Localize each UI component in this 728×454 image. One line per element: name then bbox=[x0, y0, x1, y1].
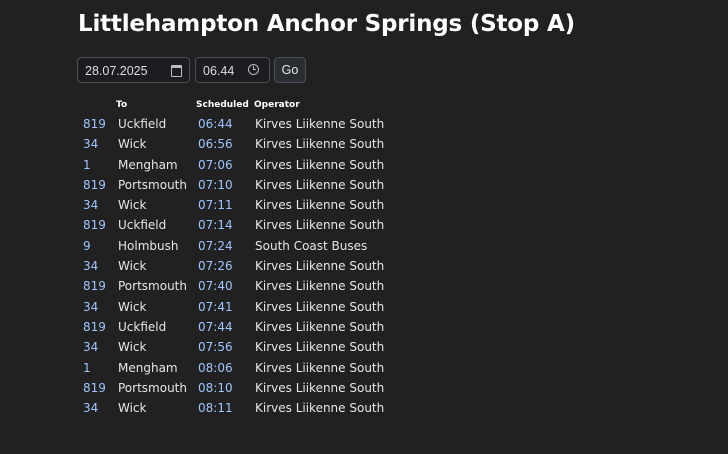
route-link[interactable]: 819 bbox=[83, 320, 106, 334]
destination: Wick bbox=[118, 198, 147, 213]
route-link[interactable]: 819 bbox=[83, 218, 106, 232]
destination: Uckfield bbox=[118, 218, 167, 233]
operator-name: Kirves Liikenne South bbox=[255, 177, 385, 192]
route-link[interactable]: 34 bbox=[83, 340, 98, 354]
scheduled-time-link[interactable]: 07:26 bbox=[198, 259, 233, 273]
scheduled-time-link[interactable]: 07:40 bbox=[198, 279, 233, 293]
operator-name: Kirves Liikenne South bbox=[255, 117, 385, 131]
page: Littlehampton Anchor Springs (Stop A) 28… bbox=[0, 0, 728, 454]
header-to: To bbox=[116, 100, 128, 110]
operator-name: Kirves Liikenne South bbox=[255, 198, 385, 213]
scheduled-time-link[interactable]: 06:44 bbox=[198, 117, 233, 131]
destination: Holmbush bbox=[118, 238, 179, 253]
destination: Wick bbox=[118, 299, 147, 314]
scheduled-time-link[interactable]: 07:44 bbox=[198, 320, 233, 334]
operator-name: Kirves Liikenne South bbox=[255, 360, 385, 375]
operator-name: Kirves Liikenne South bbox=[255, 380, 385, 395]
time-value: 06.44 bbox=[203, 64, 235, 78]
go-button[interactable]: Go bbox=[274, 57, 306, 83]
destination: Uckfield bbox=[118, 319, 167, 334]
destination: Portsmouth bbox=[118, 380, 187, 395]
clock-icon[interactable] bbox=[248, 64, 259, 75]
scheduled-time-link[interactable]: 08:10 bbox=[198, 381, 233, 395]
operator-name: Kirves Liikenne South bbox=[255, 279, 385, 294]
operator-name: Kirves Liikenne South bbox=[255, 340, 385, 355]
date-value: 28.07.2025 bbox=[85, 64, 148, 78]
route-link[interactable]: 1 bbox=[83, 361, 91, 375]
scheduled-time-link[interactable]: 07:56 bbox=[198, 340, 233, 354]
page-title: Littlehampton Anchor Springs (Stop A) bbox=[78, 11, 575, 37]
operator-name: South Coast Buses bbox=[255, 238, 368, 253]
scheduled-time-link[interactable]: 08:06 bbox=[198, 361, 233, 375]
operator-name: Kirves Liikenne South bbox=[255, 299, 385, 314]
route-link[interactable]: 34 bbox=[83, 137, 98, 151]
scheduled-time-link[interactable]: 07:10 bbox=[198, 178, 233, 192]
destination: Mengham bbox=[118, 360, 178, 375]
route-link[interactable]: 34 bbox=[83, 401, 98, 415]
operator-name: Kirves Liikenne South bbox=[255, 157, 385, 172]
destination: Wick bbox=[118, 401, 147, 416]
header-scheduled: Scheduled bbox=[196, 100, 249, 110]
scheduled-time-link[interactable]: 07:06 bbox=[198, 158, 233, 172]
destination: Wick bbox=[118, 340, 147, 355]
route-link[interactable]: 819 bbox=[83, 178, 106, 192]
route-link[interactable]: 819 bbox=[83, 279, 106, 293]
operator-name: Kirves Liikenne South bbox=[255, 137, 385, 152]
operator-name: Kirves Liikenne South bbox=[255, 259, 385, 274]
scheduled-time-link[interactable]: 07:24 bbox=[198, 239, 233, 253]
date-input[interactable]: 28.07.2025 bbox=[77, 57, 190, 83]
operator-name: Kirves Liikenne South bbox=[255, 319, 385, 334]
scheduled-time-link[interactable]: 06:56 bbox=[198, 137, 233, 151]
time-input[interactable]: 06.44 bbox=[195, 57, 270, 83]
operator-name: Kirves Liikenne South bbox=[255, 218, 385, 233]
operator-name: Kirves Liikenne South bbox=[255, 401, 385, 416]
destination: Uckfield bbox=[118, 117, 167, 131]
route-link[interactable]: 34 bbox=[83, 259, 98, 273]
route-link[interactable]: 1 bbox=[83, 158, 91, 172]
scheduled-time-link[interactable]: 07:14 bbox=[198, 218, 233, 232]
destination: Portsmouth bbox=[118, 177, 187, 192]
scheduled-time-link[interactable]: 07:41 bbox=[198, 300, 233, 314]
scheduled-time-link[interactable]: 08:11 bbox=[198, 401, 233, 415]
scheduled-time-link[interactable]: 07:11 bbox=[198, 198, 233, 212]
route-link[interactable]: 819 bbox=[83, 117, 106, 131]
header-operator: Operator bbox=[254, 100, 300, 110]
destination: Wick bbox=[118, 259, 147, 274]
destination: Portsmouth bbox=[118, 279, 187, 294]
route-link[interactable]: 34 bbox=[83, 300, 98, 314]
calendar-icon[interactable] bbox=[171, 65, 182, 77]
destination: Wick bbox=[118, 137, 147, 152]
route-link[interactable]: 819 bbox=[83, 381, 106, 395]
route-link[interactable]: 34 bbox=[83, 198, 98, 212]
route-link[interactable]: 9 bbox=[83, 239, 91, 253]
destination: Mengham bbox=[118, 157, 178, 172]
